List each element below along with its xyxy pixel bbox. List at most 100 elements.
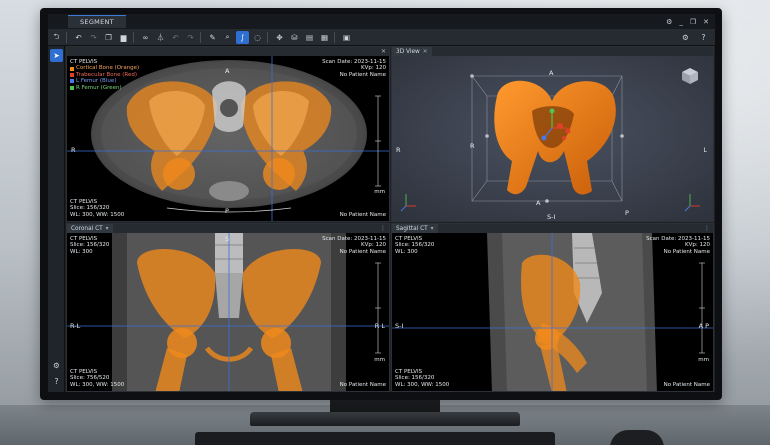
orientation-left: S-I — [395, 322, 404, 330]
settings-icon[interactable]: ⚙ — [666, 18, 672, 26]
sagittal-top-left-info: CT PELVIS Slice: 156/320 WL: 300 — [395, 236, 434, 255]
orientation-bottom: A — [536, 199, 541, 207]
legend-swatch — [70, 85, 74, 90]
export-icon[interactable]: ▣ — [340, 31, 353, 44]
legend-swatch — [70, 73, 74, 78]
tab-label: Sagittal CT — [396, 225, 428, 232]
trash-icon[interactable]: ▤ — [303, 31, 316, 44]
orientation-top: A — [225, 67, 230, 75]
brush-icon[interactable]: ✎ — [206, 31, 219, 44]
tab-sagittal-ct[interactable]: Sagittal CT ▾ — [392, 224, 438, 233]
patient-name: No Patient Name — [339, 381, 386, 388]
toolbar-right: ⚙ ? — [677, 31, 710, 44]
title-bar: SEGMENT ⚙ _ ❐ ✕ — [48, 14, 715, 29]
move-icon[interactable]: ✥ — [273, 31, 286, 44]
tab-label: 3D View — [396, 48, 420, 55]
app-screen: SEGMENT ⚙ _ ❐ ✕ ⮌ ↶ ↷ ❐ ▆ ∞ ⏃ ↶ ↷ ✎ ⌕ ∫ … — [48, 14, 715, 392]
window-level: WL: 300, WW: 1500 — [395, 381, 450, 388]
coronal-bottom-right-info: No Patient Name — [340, 382, 386, 388]
copy-icon[interactable]: ❐ — [102, 31, 115, 44]
sagittal-bottom-right-info: No Patient Name — [664, 382, 710, 388]
viewport-menu-icon[interactable]: ⋮ — [704, 225, 710, 232]
lasso-icon[interactable]: ◌ — [251, 31, 264, 44]
viewport-menu-icon[interactable]: ⋮ — [380, 225, 386, 232]
patient-name: No Patient Name — [663, 248, 710, 255]
sagittal-top-right-info: Scan Date: 2023-11-15 KVp: 120 No Patien… — [646, 236, 710, 255]
window-controls: ⚙ _ ❐ ✕ — [666, 18, 709, 26]
link-icon[interactable]: ∞ — [139, 31, 152, 44]
legend-swatch — [70, 66, 74, 71]
scale-unit: mm — [374, 357, 385, 363]
viewport-header: ✕ — [67, 47, 389, 56]
redo-dim-icon[interactable]: ↷ — [184, 31, 197, 44]
mouse — [610, 430, 664, 445]
viewport-header: Coronal CT ▾ ⋮ — [67, 224, 389, 233]
scale-unit: mm — [698, 357, 709, 363]
tab-label: Coronal CT — [71, 225, 103, 232]
gear-icon[interactable]: ⚙ — [679, 31, 692, 44]
tab-3d-view[interactable]: 3D View ✕ — [392, 47, 432, 56]
toolbar-divider — [200, 31, 201, 43]
legend-item: R Femur (Green) — [70, 85, 139, 91]
app-tab-segment[interactable]: SEGMENT — [68, 15, 126, 28]
minimize-icon[interactable]: _ — [679, 18, 683, 26]
settings-icon[interactable]: ⚙ — [50, 359, 63, 372]
maximize-icon[interactable]: ❐ — [690, 18, 696, 26]
legend-label: R Femur (Green) — [76, 84, 122, 91]
orientation-left: R — [71, 146, 76, 154]
pointer-icon[interactable]: ➤ — [50, 49, 63, 62]
chevron-down-icon[interactable]: ▾ — [431, 226, 434, 232]
viewport-3d[interactable]: 3D View ✕ A R R L A S-I P — [391, 46, 714, 222]
legend-swatch — [70, 79, 74, 84]
coronal-top-left-info: CT PELVIS Slice: 156/320 WL: 300 — [70, 236, 109, 255]
filter-icon[interactable]: ⏃ — [154, 31, 167, 44]
viewport-header: Sagittal CT ▾ ⋮ — [392, 224, 713, 233]
undo-dim-icon[interactable]: ↶ — [169, 31, 182, 44]
orientation-bottom-si: S-I — [547, 213, 556, 221]
delete-icon[interactable]: ▆ — [117, 31, 130, 44]
close-icon[interactable]: ✕ — [423, 49, 428, 55]
orientation-left: R — [396, 146, 401, 154]
patient-name: No Patient Name — [339, 211, 386, 218]
orientation-left-inner: R — [470, 142, 475, 150]
axial-top-left-info: CT PELVIS Cortical Bone (Orange) Trabecu… — [70, 59, 139, 91]
draw-curve-icon[interactable]: ∫ — [236, 30, 249, 44]
zoom-icon[interactable]: ⌕ — [221, 31, 234, 44]
axial-top-right-info: Scan Date: 2023-11-15 KVp: 120 No Patien… — [322, 59, 386, 78]
close-icon[interactable]: ✕ — [703, 18, 709, 26]
patient-name: No Patient Name — [339, 71, 386, 78]
window-level: WL: 300, WW: 1500 — [70, 381, 125, 388]
undo-icon[interactable]: ↶ — [72, 31, 85, 44]
orientation-right: L — [703, 146, 707, 154]
help-icon[interactable]: ? — [697, 31, 710, 44]
slice-info: Slice: 156/320 — [395, 242, 435, 249]
redo-icon[interactable]: ↷ — [87, 31, 100, 44]
threshold-icon[interactable]: ⛁ — [288, 31, 301, 44]
axial-bottom-left-info: CT PELVIS Slice: 156/320 WL: 300, WW: 15… — [70, 199, 124, 218]
chevron-down-icon[interactable]: ▾ — [106, 226, 109, 232]
coronal-top-right-info: Scan Date: 2023-11-15 KVp: 120 No Patien… — [322, 236, 386, 255]
viewport-sagittal[interactable]: Sagittal CT ▾ ⋮ CT PELVIS Slice: 156/320… — [391, 223, 714, 392]
left-toolbar: ➤ ⚙ ? — [48, 46, 65, 392]
orientation-left: R-L — [70, 322, 81, 330]
monitor-stand-base — [250, 412, 520, 426]
orientation-bottom-right: P — [625, 209, 629, 217]
help-icon[interactable]: ? — [50, 375, 63, 388]
main-toolbar: ⮌ ↶ ↷ ❐ ▆ ∞ ⏃ ↶ ↷ ✎ ⌕ ∫ ◌ ✥ ⛁ ▤ ▦ ▣ ⚙ ? — [48, 29, 715, 46]
coronal-bottom-left-info: CT PELVIS Slice: 756/520 WL: 300, WW: 15… — [70, 369, 124, 388]
orientation-right: A P — [698, 322, 709, 330]
grid-icon[interactable]: ▦ — [318, 31, 331, 44]
tab-coronal-ct[interactable]: Coronal CT ▾ — [67, 224, 113, 233]
viewport-coronal[interactable]: Coronal CT ▾ ⋮ CT PELVIS Slice: 156/320 … — [66, 223, 390, 392]
toolbar-divider — [267, 31, 268, 43]
patient-name: No Patient Name — [339, 248, 386, 255]
left-toolbar-bottom: ⚙ ? — [48, 356, 63, 388]
toolbar-divider — [334, 31, 335, 43]
axial-bottom-right-info: No Patient Name — [340, 212, 386, 218]
orientation-top: A — [549, 69, 554, 77]
toolbar-divider — [66, 31, 67, 43]
viewport-close-icon[interactable]: ✕ — [381, 48, 386, 55]
orientation-right: R L — [374, 322, 385, 330]
back-icon[interactable]: ⮌ — [50, 31, 63, 44]
viewport-axial[interactable]: ✕ CT PELVIS Cortical Bone (Orange) Trabe… — [66, 46, 390, 222]
